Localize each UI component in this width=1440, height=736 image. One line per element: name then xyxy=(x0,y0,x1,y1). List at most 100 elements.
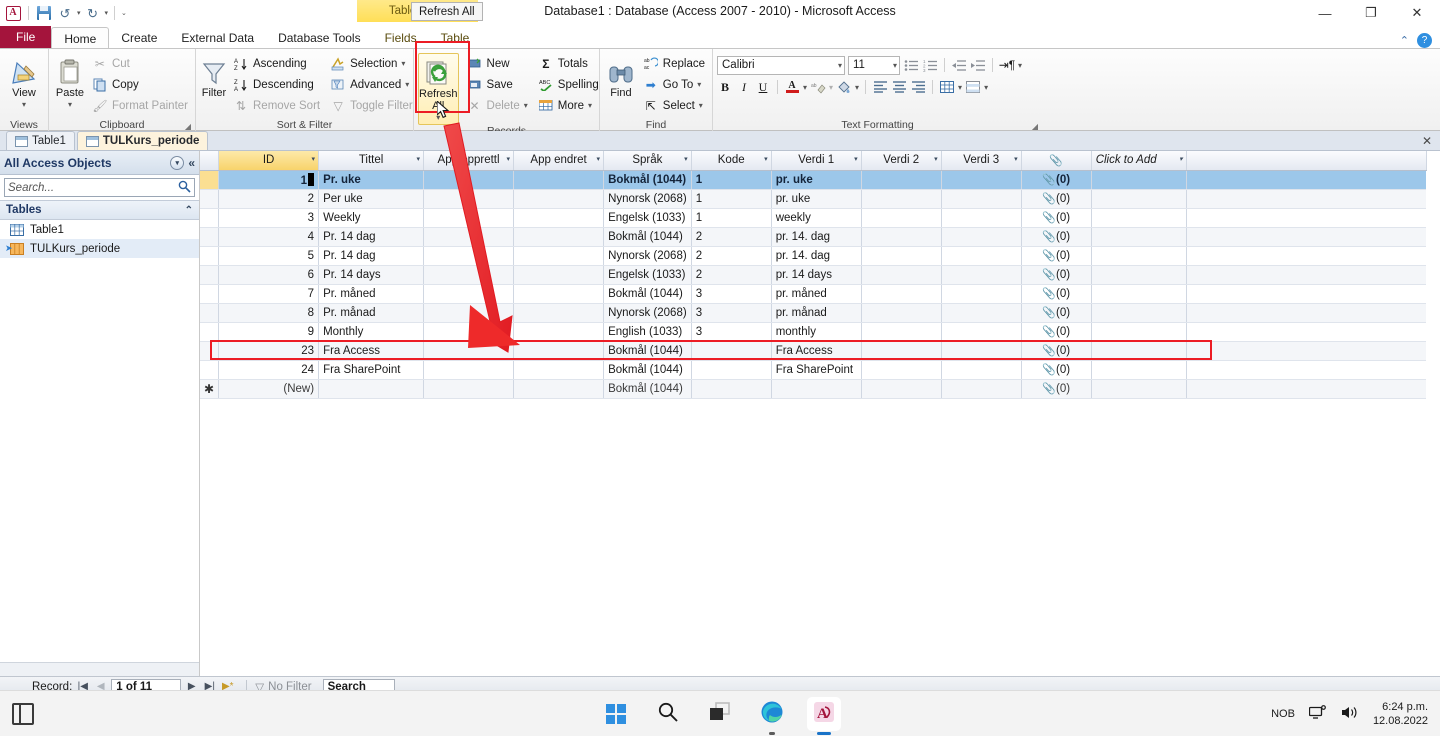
cell-verdi-1[interactable] xyxy=(771,379,862,399)
cell-app-opprettl[interactable] xyxy=(423,341,515,361)
delete-dropdown-icon[interactable]: ▾ xyxy=(524,101,528,110)
table-row[interactable]: 4 Pr. 14 dag Bokmål (1044) 2 pr. 14. dag 📎(0) xyxy=(200,227,1427,247)
row-selector[interactable] xyxy=(200,341,220,361)
cell-app-endret[interactable] xyxy=(513,246,605,266)
nav-pane-dropdown-icon[interactable]: ▾ xyxy=(170,155,185,170)
cell-app-opprettl[interactable] xyxy=(423,189,515,209)
help-icon[interactable]: ? xyxy=(1417,33,1432,48)
cell-verdi-1[interactable]: monthly xyxy=(771,322,862,342)
cell-click-to-add[interactable] xyxy=(1091,379,1187,399)
cell-id[interactable]: 4 xyxy=(218,227,320,247)
cell-kode[interactable]: 1 xyxy=(691,208,772,228)
font-name-dropdown-icon[interactable]: ▾ xyxy=(832,61,842,70)
cell-verdi-2[interactable] xyxy=(861,208,942,228)
cell-verdi-3[interactable] xyxy=(941,360,1022,380)
cell-tittel[interactable]: Pr. månad xyxy=(318,303,425,323)
cell-tittel[interactable]: Monthly xyxy=(318,322,425,342)
cell-tittel[interactable]: Pr. 14 dag xyxy=(318,227,425,247)
table-row[interactable]: 5 Pr. 14 dag Nynorsk (2068) 2 pr. 14. dag 📎(0… xyxy=(200,246,1427,266)
cell-verdi-1[interactable]: pr. uke xyxy=(771,189,862,209)
row-selector[interactable] xyxy=(200,227,220,247)
replace-button[interactable]: ab ac Replace xyxy=(640,53,708,74)
cell-spr-k[interactable]: Bokmål (1044) xyxy=(603,284,692,304)
more-button[interactable]: More ▾ xyxy=(535,95,602,116)
cell-verdi-1[interactable]: weekly xyxy=(771,208,862,228)
column-header-app-opprettl[interactable]: App opprettl ▾ xyxy=(423,151,515,171)
cell-verdi-3[interactable] xyxy=(941,284,1022,304)
cell-verdi-2[interactable] xyxy=(861,322,942,342)
cell-attachment[interactable]: 📎(0) xyxy=(1021,227,1092,247)
cell-verdi-3[interactable] xyxy=(941,227,1022,247)
cell-verdi-3[interactable] xyxy=(941,189,1022,209)
cell-tittel[interactable]: Pr. måned xyxy=(318,284,425,304)
cell-app-opprettl[interactable] xyxy=(423,284,515,304)
selection-dropdown-icon[interactable]: ▾ xyxy=(401,59,405,68)
tab-table[interactable]: Table xyxy=(429,27,482,48)
font-size-dropdown-icon[interactable]: ▾ xyxy=(887,61,897,70)
font-name-combo[interactable]: Calibri ▾ xyxy=(717,55,845,75)
maximize-restore-button[interactable]: ❐ xyxy=(1348,0,1394,26)
cell-verdi-2[interactable] xyxy=(861,265,942,285)
cell-tittel[interactable]: Fra Access xyxy=(318,341,425,361)
increase-indent-icon[interactable] xyxy=(970,57,986,73)
cell-verdi-2[interactable] xyxy=(861,303,942,323)
cell-id[interactable]: 7 xyxy=(218,284,320,304)
column-header-attachment[interactable]: 📎 xyxy=(1021,151,1092,171)
nav-search-input[interactable]: Search... xyxy=(4,178,195,197)
gridlines-dropdown-icon[interactable]: ▾ xyxy=(958,83,962,92)
cell-attachment[interactable]: 📎(0) xyxy=(1021,341,1092,361)
tab-create[interactable]: Create xyxy=(109,27,169,48)
cell-click-to-add[interactable] xyxy=(1091,322,1187,342)
cell-spr-k[interactable]: Nynorsk (2068) xyxy=(603,246,692,266)
cell-kode[interactable]: 1 xyxy=(691,189,772,209)
cell-app-endret[interactable] xyxy=(513,265,605,285)
spelling-button[interactable]: ABC Spelling xyxy=(535,74,602,95)
cell-tittel[interactable]: Pr. uke xyxy=(318,170,425,190)
cell-click-to-add[interactable] xyxy=(1091,227,1187,247)
fill-color-dropdown-icon[interactable]: ▾ xyxy=(855,83,859,92)
cell-spr-k[interactable]: Bokmål (1044) xyxy=(603,360,692,380)
column-header-verdi-3[interactable]: Verdi 3 ▾ xyxy=(941,151,1022,171)
cell-id[interactable]: 1 xyxy=(218,170,320,190)
column-header-kode[interactable]: Kode ▾ xyxy=(691,151,772,171)
text-formatting-dialog-launcher[interactable]: ◢ xyxy=(1032,122,1038,131)
cell-spr-k[interactable]: Nynorsk (2068) xyxy=(603,303,692,323)
cell-id[interactable]: 24 xyxy=(218,360,320,380)
cell-app-endret[interactable] xyxy=(513,170,605,190)
align-left-icon[interactable] xyxy=(872,79,888,95)
chevron-up-icon[interactable]: ⌃ xyxy=(185,205,193,216)
cell-app-opprettl[interactable] xyxy=(423,208,515,228)
cell-spr-k[interactable]: Bokmål (1044) xyxy=(603,341,692,361)
alternate-fill-dropdown-icon[interactable]: ▾ xyxy=(984,83,988,92)
cell-verdi-2[interactable] xyxy=(861,379,942,399)
row-selector[interactable] xyxy=(200,322,220,342)
edge-button[interactable] xyxy=(755,697,789,731)
bullets-icon[interactable] xyxy=(903,57,919,73)
cell-kode[interactable]: 2 xyxy=(691,265,772,285)
goto-button[interactable]: ➡ Go To ▾ xyxy=(640,74,708,95)
new-record-row[interactable]: ✱ (New) Bokmål (1044) 📎(0) xyxy=(200,379,1427,399)
search-icon[interactable] xyxy=(178,180,191,196)
column-filter-dropdown-icon[interactable]: ▾ xyxy=(1179,155,1183,163)
font-color-icon[interactable]: A xyxy=(784,79,800,95)
cell-verdi-3[interactable] xyxy=(941,322,1022,342)
format-painter-button[interactable]: 🖌 Format Painter xyxy=(89,95,191,116)
row-selector[interactable] xyxy=(200,208,220,228)
cell-app-endret[interactable] xyxy=(513,341,605,361)
clipboard-dialog-launcher[interactable]: ◢ xyxy=(185,122,191,131)
cell-app-endret[interactable] xyxy=(513,189,605,209)
cell-verdi-2[interactable] xyxy=(861,360,942,380)
cell-spr-k[interactable]: Bokmål (1044) xyxy=(603,170,692,190)
italic-button[interactable]: I xyxy=(736,79,752,95)
row-selector-header[interactable] xyxy=(200,151,220,171)
column-filter-dropdown-icon[interactable]: ▾ xyxy=(507,155,511,163)
cell-attachment[interactable]: 📎(0) xyxy=(1021,322,1092,342)
column-filter-dropdown-icon[interactable]: ▾ xyxy=(684,155,688,163)
column-header-app-endret[interactable]: App endret ▾ xyxy=(513,151,605,171)
ascending-button[interactable]: AZ Ascending xyxy=(230,53,323,74)
cell-tittel[interactable] xyxy=(318,379,425,399)
cell-id[interactable]: 6 xyxy=(218,265,320,285)
tab-file[interactable]: File xyxy=(0,26,52,48)
cell-tittel[interactable]: Pr. 14 dag xyxy=(318,246,425,266)
cell-attachment[interactable]: 📎(0) xyxy=(1021,208,1092,228)
